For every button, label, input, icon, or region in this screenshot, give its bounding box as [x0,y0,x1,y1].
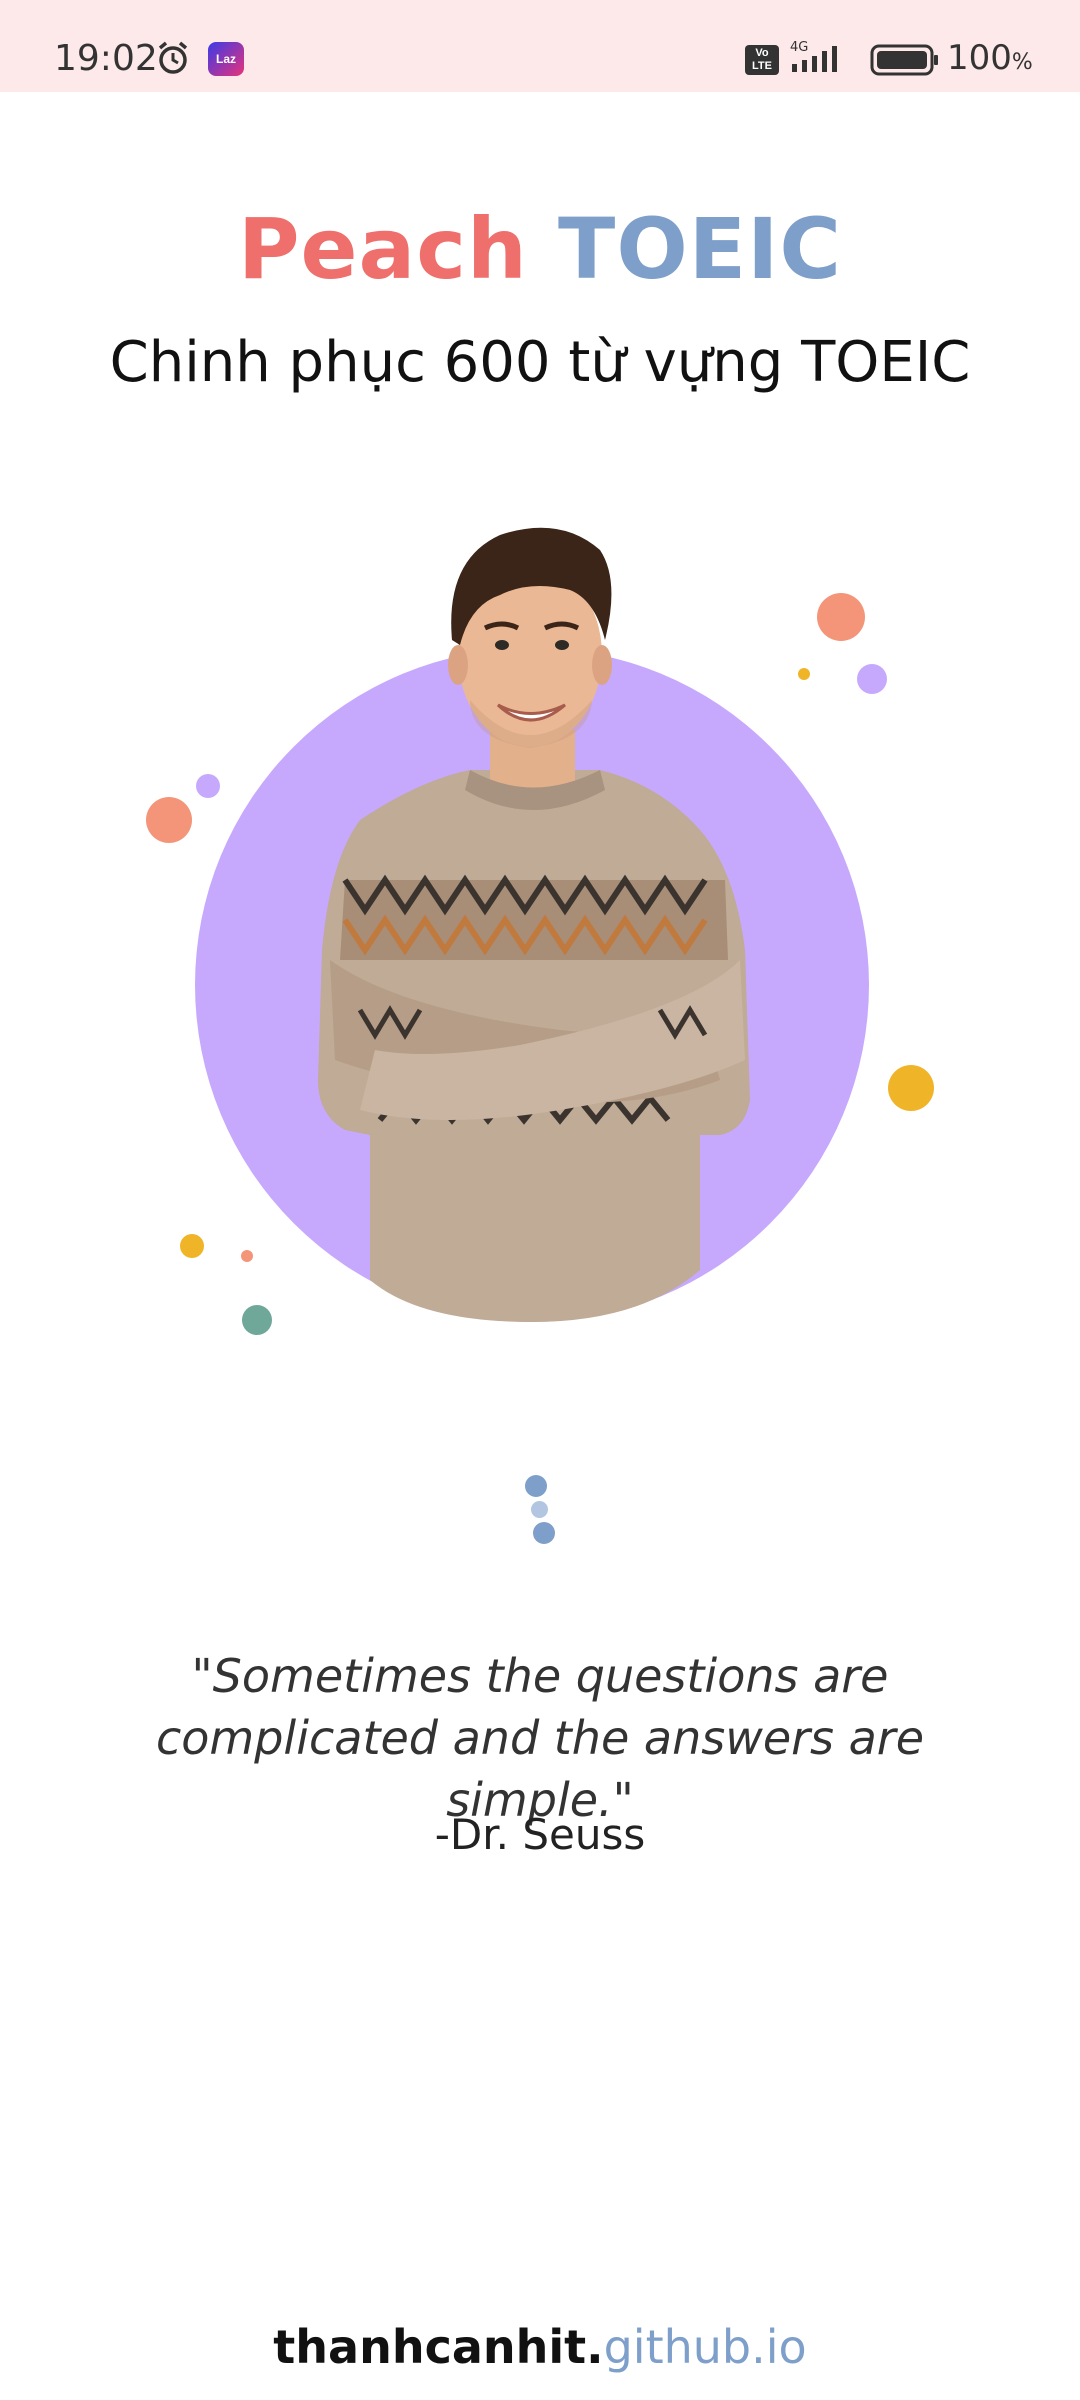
loading-dot [531,1501,548,1518]
footer-domain-host: github.io [603,2320,807,2374]
confetti-dot [888,1065,934,1111]
confetti-dot [146,797,192,843]
battery-icon [870,44,938,76]
loading-dot [533,1522,555,1544]
signal-icon: 4G [790,40,837,72]
footer-domain-name: thanhcanhit. [273,2320,604,2374]
network-type: 4G [790,40,808,55]
confetti-dot [180,1234,204,1258]
loading-dot [525,1475,547,1497]
confetti-dot [817,593,865,641]
loading-indicator [515,1470,565,1550]
confetti-dot [857,664,887,694]
confetti-dot [798,668,810,680]
app-title: Peach TOEIC [0,200,1080,298]
confetti-dot [242,1305,272,1335]
app-title-peach: Peach [237,200,528,298]
person-image [318,527,750,1322]
app-icon-label: Laz [215,52,236,66]
quote-text: "Sometimes the questions are complicated… [155,1649,925,1827]
app-subtitle: Chinh phục 600 từ vựng TOEIC [109,330,971,395]
battery-percent-sign: % [1011,50,1033,75]
footer-link[interactable]: thanhcanhit.github.io [0,2320,1080,2374]
status-time: 19:02 [54,38,158,79]
battery-percent-value: 100 [947,38,1012,78]
confetti-dot [241,1250,253,1262]
alarm-icon [158,41,188,74]
volte-icon: Vo LTE [745,45,779,75]
app-notification-icon: Laz [208,42,244,76]
battery-percent: 100% [947,38,1033,78]
confetti-dot [196,774,220,798]
hero-illustration [146,527,934,1335]
quote-author: -Dr. Seuss [434,1810,646,1859]
app-title-toeic: TOEIC [558,200,843,298]
status-bar: 19:02 Laz Vo LTE 4G 100% [0,0,1080,92]
